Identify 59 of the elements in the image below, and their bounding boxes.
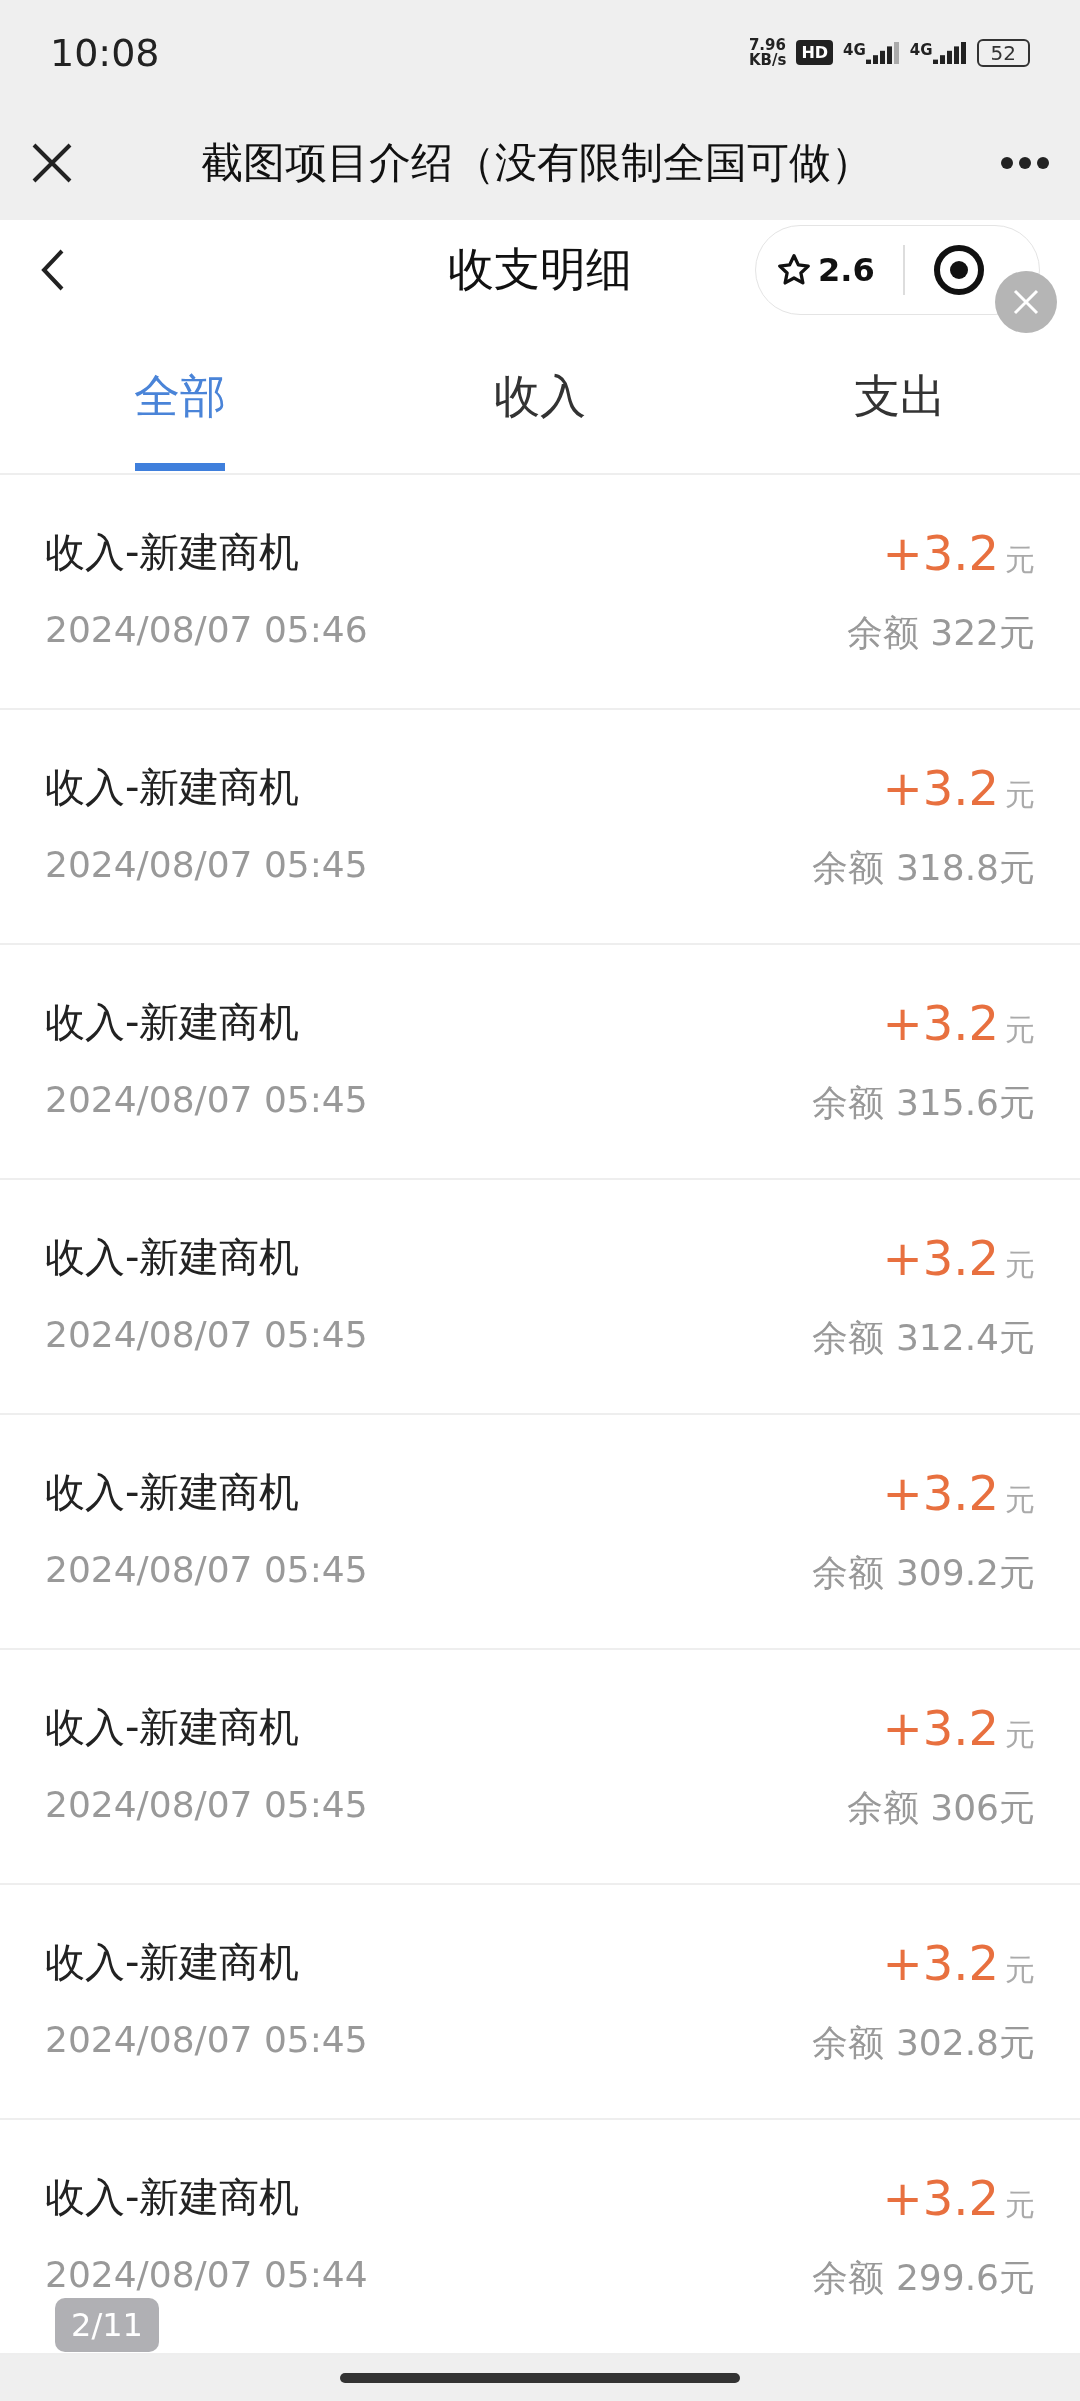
amount: +3.2 <box>882 1700 999 1756</box>
balance: 余额 318.8元 <box>812 846 1035 890</box>
signal-icon <box>932 40 967 65</box>
signal-icon <box>865 40 900 65</box>
amount: +3.2 <box>882 760 999 816</box>
star-icon <box>776 252 812 288</box>
page-indicator: 2/11 <box>55 2298 159 2352</box>
network-speed: 7.96 KB/s <box>748 37 787 68</box>
record-title: 收入-新建商机 <box>45 998 301 1047</box>
currency-unit: 元 <box>1005 1246 1035 1284</box>
more-icon[interactable] <box>1000 155 1050 170</box>
back-icon[interactable] <box>40 248 66 292</box>
record-title: 收入-新建商机 <box>45 763 301 812</box>
record-title: 收入-新建商机 <box>45 1703 301 1752</box>
amount: +3.2 <box>882 2170 999 2226</box>
page-title: 截图项目介绍（没有限制全国可做） <box>200 136 874 189</box>
amount: +3.2 <box>882 525 999 581</box>
amount: +3.2 <box>882 1935 999 1991</box>
record-title: 收入-新建商机 <box>45 1233 301 1282</box>
record-time: 2024/08/07 05:46 <box>45 609 369 652</box>
battery-indicator: 52 <box>976 38 1030 67</box>
record-title: 收入-新建商机 <box>45 2173 301 2222</box>
currency-unit: 元 <box>1005 541 1035 579</box>
record-time: 2024/08/07 05:45 <box>45 844 369 887</box>
currency-unit: 元 <box>1005 776 1035 814</box>
balance: 余额 312.4元 <box>812 1316 1035 1360</box>
balance: 余额 299.6元 <box>812 2256 1035 2300</box>
currency-unit: 元 <box>1005 1481 1035 1519</box>
amount: +3.2 <box>882 1465 999 1521</box>
record-time: 2024/08/07 05:45 <box>45 2019 369 2062</box>
tab[interactable]: 全部 <box>0 320 360 473</box>
balance: 余额 315.6元 <box>812 1081 1035 1125</box>
record-time: 2024/08/07 05:45 <box>45 1079 369 1122</box>
balance: 余额 306元 <box>846 1786 1035 1830</box>
amount: +3.2 <box>882 1230 999 1286</box>
record-time: 2024/08/07 05:45 <box>45 1549 369 1592</box>
rating-value: 2.6 <box>818 251 875 289</box>
currency-unit: 元 <box>1005 1716 1035 1754</box>
amount: +3.2 <box>882 995 999 1051</box>
record-title: 收入-新建商机 <box>45 528 301 577</box>
network-type: 4G <box>909 40 933 59</box>
network-type: 4G <box>843 40 866 59</box>
currency-unit: 元 <box>1005 1951 1035 1989</box>
balance: 余额 322元 <box>846 611 1035 655</box>
record-time: 2024/08/07 05:45 <box>45 1314 369 1357</box>
target-icon[interactable] <box>932 244 985 296</box>
record-title: 收入-新建商机 <box>45 1468 301 1517</box>
screen-title: 收支明细 <box>448 241 632 298</box>
record-time: 2024/08/07 05:45 <box>45 1784 369 1827</box>
balance: 余额 309.2元 <box>812 1551 1035 1595</box>
currency-unit: 元 <box>1005 1011 1035 1049</box>
record-time: 2024/08/07 05:44 <box>45 2254 369 2297</box>
tab[interactable]: 支出 <box>720 320 1080 473</box>
balance: 余额 302.8元 <box>812 2021 1035 2065</box>
currency-unit: 元 <box>1005 2186 1035 2224</box>
hd-badge: HD <box>796 40 834 65</box>
record-title: 收入-新建商机 <box>45 1938 301 1987</box>
tab[interactable]: 收入 <box>360 320 720 473</box>
status-time: 10:08 <box>50 30 160 75</box>
